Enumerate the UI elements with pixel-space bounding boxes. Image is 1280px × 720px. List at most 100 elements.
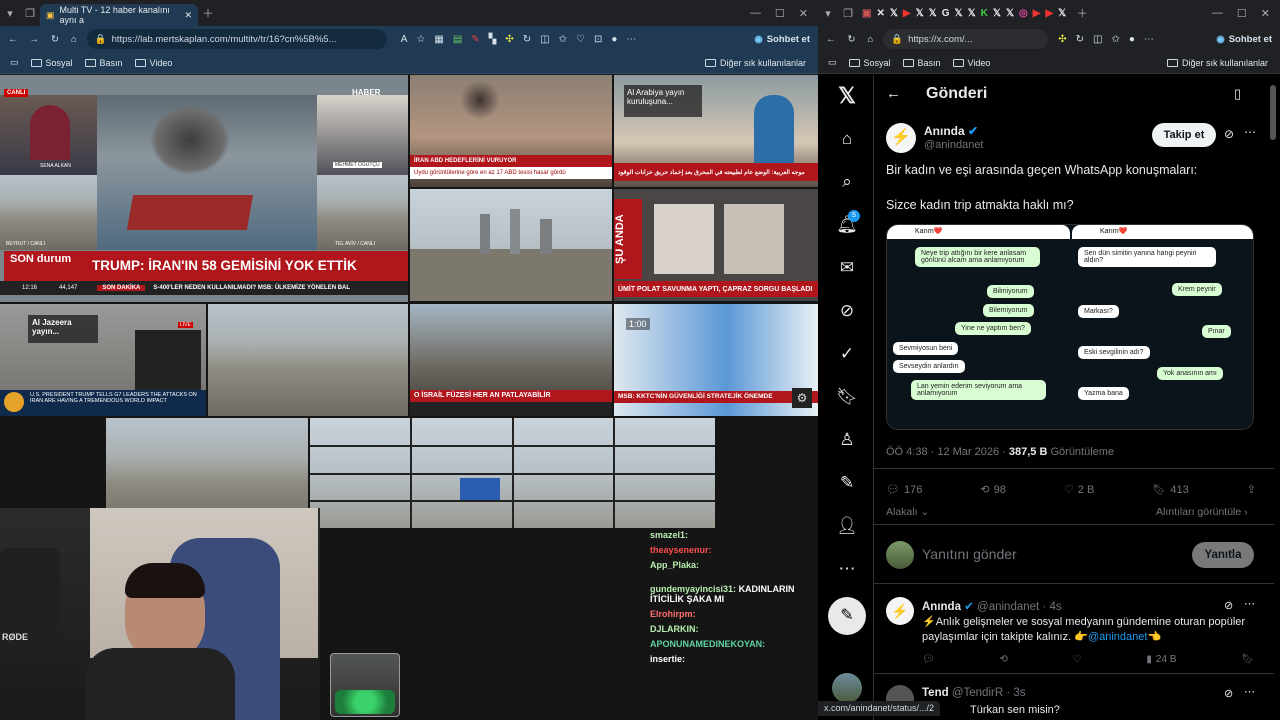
tab-actions-icon[interactable]: ▾ [0,3,20,23]
video-tile-iran[interactable]: İRAN ABD HEDEFLERİNİ VURUYOR Uydu görünt… [410,75,612,187]
bookmark-sosyal[interactable]: Sosyal [848,58,891,68]
bookmark-video[interactable]: Video [134,58,172,68]
bookmarks-toggle-icon[interactable]: ▭ [10,57,19,68]
post-image[interactable]: Karım❤️ Neye trip attığını bir kere anla… [886,224,1254,430]
tab-x-icon[interactable]: 𝕏 [993,8,1001,19]
workspaces-icon[interactable]: ❐ [838,3,858,23]
views-button[interactable]: ▮ 24 B [1146,654,1176,665]
more-icon[interactable]: ⋯ [836,558,858,580]
follow-button[interactable]: Takip et [1152,123,1216,147]
account-avatar[interactable] [832,673,862,703]
tab-youtube-icon[interactable]: ▶ [1045,8,1053,19]
split-screen-icon[interactable]: ◫ [540,34,549,45]
minimize-icon[interactable]: — [1212,7,1223,20]
refresh-ext-icon[interactable]: ↻ [523,34,531,45]
more-options-icon[interactable]: ⋯ [1244,685,1255,698]
reply-button[interactable]: 💬︎ 176 [886,483,922,497]
more-options-icon[interactable]: ⋯ [1244,125,1256,139]
bookmark-basin[interactable]: Basın [902,58,941,68]
author-avatar[interactable]: ⚡ [886,597,914,625]
bookmark-icon[interactable]: 🔖︎ [1241,654,1254,665]
more-options-icon[interactable]: ⋯ [1244,597,1255,610]
author-name[interactable]: Anında ✔ [924,124,978,138]
bookmark-icon[interactable]: 🔖︎ [836,386,858,408]
favorites-icon[interactable]: ✩ [559,34,567,45]
video-tile-haber[interactable]: CANLI SENA ALKAN BEYRUT / CANLI HABER ME… [0,75,408,302]
copilot-button[interactable]: ◉ Sohbet et [754,34,810,45]
copilot-button[interactable]: ◉ Sohbet et [1216,34,1272,45]
bookmark-button[interactable]: 🔖︎ 413 [1152,483,1188,497]
close-window-icon[interactable]: ✕ [1261,7,1270,20]
tab-x-icon[interactable]: 𝕏 [916,8,924,19]
tab-x-icon[interactable]: 𝕏 [1058,8,1066,19]
tab-x-icon[interactable]: 𝕏 [890,8,898,19]
close-tab-icon[interactable]: ✕ [184,10,192,21]
forward-icon[interactable]: → [30,34,40,45]
workspaces-icon[interactable]: ❐ [20,3,40,23]
share-icon[interactable]: ⇪ [1247,483,1256,496]
grok-icon[interactable]: ⊘ [836,300,858,322]
other-bookmarks[interactable]: Diğer sık kullanılanlar [704,58,806,68]
grok-explain-icon[interactable]: ⊘ [1224,127,1234,141]
compose-post-button[interactable]: ✎ [828,597,866,635]
tab-youtube-icon[interactable]: ▶ [1033,8,1041,19]
communities-icon[interactable]: ♙ [836,429,858,451]
camera-grid[interactable] [310,418,715,528]
new-tab-icon[interactable]: ＋ [1072,3,1092,23]
video-tile-al-arabiya[interactable]: Al Arabiya yayın kuruluşuna... موجه العر… [614,75,818,187]
video-tile-israil[interactable]: O İSRAİL FÜZESİ HER AN PATLAYABİLİR [410,304,612,416]
bookmark-sosyal[interactable]: Sosyal [30,58,73,68]
tab-x-icon[interactable]: 𝕏 [955,8,963,19]
reply-icon[interactable]: 💬︎ [922,654,935,665]
back-arrow-icon[interactable]: ← [886,85,901,102]
profile-avatar[interactable]: ● [1129,34,1135,45]
relevance-dropdown[interactable]: Alakalı ⌄ [886,506,929,518]
reload-icon[interactable]: ↻ [848,34,856,45]
tab-x-icon[interactable]: 𝕏 [929,8,937,19]
tab-x-icon[interactable]: ✕ [876,8,884,19]
back-icon[interactable]: ← [8,34,18,45]
reply-submit-button[interactable]: Yanıtla [1192,542,1254,568]
reader-mode-icon[interactable]: ▯ [1234,86,1241,102]
back-icon[interactable]: ← [826,34,836,45]
tab-x-icon[interactable]: 𝕏 [968,8,976,19]
tab-multi-tv[interactable]: ▣ Multi TV - 12 haber kanalını aynı a ✕ [40,4,198,26]
settings-gear-icon[interactable]: ⚙ [792,388,812,408]
scrollbar-thumb[interactable] [1270,85,1276,140]
video-tile-su-anda[interactable]: ŞU ANDA ÜMİT POLAT SAVUNMA YAPTI, ÇAPRAZ… [614,189,818,301]
tab-icon[interactable]: K [981,8,988,19]
refresh-ext-icon[interactable]: ↻ [1076,34,1084,45]
grok-explain-icon[interactable]: ⊘ [1224,687,1233,700]
more-menu-icon[interactable]: ⋯ [626,34,636,45]
close-window-icon[interactable]: ✕ [799,7,808,20]
bookmarks-toggle-icon[interactable]: ▭ [828,57,837,68]
grok-explain-icon[interactable]: ⊘ [1224,599,1233,612]
extension-icon[interactable]: ▚ [489,34,497,45]
split-screen-icon[interactable]: ◫ [1093,34,1102,45]
video-tile-al-jazeera[interactable]: Al Jazeera yayın... LIVE U.S. PRESIDENT … [0,304,206,416]
profile-icon[interactable]: 👤︎ [836,515,858,537]
extension-icon[interactable]: ✣ [1058,34,1066,45]
repost-button[interactable]: ⟲ 98 [980,483,1005,497]
post-timestamp[interactable]: ÖÖ 4:38 · 12 Mar 2026 · 387,5 B Görüntül… [886,446,1114,458]
x-logo-icon[interactable]: 𝕏 [836,85,858,107]
heart-icon[interactable]: ♡ [1073,654,1082,665]
extension-icon[interactable]: ✎ [471,34,479,45]
profile-avatar[interactable]: ● [611,34,617,45]
view-quotes-link[interactable]: Alıntıları görüntüle › [1156,506,1248,518]
repost-icon[interactable]: ⟲ [999,654,1007,665]
premium-icon[interactable]: ✎ [836,472,858,494]
tab-youtube-icon[interactable]: ▶ [903,8,911,19]
minimize-icon[interactable]: — [750,7,761,20]
author-handle[interactable]: @anindanet [924,139,984,151]
author-avatar[interactable]: ⚡ [886,123,916,153]
like-button[interactable]: ♡ 2 B [1064,483,1094,497]
collections-icon[interactable]: ♡ [576,34,585,45]
notifications-bell-icon[interactable]: 🔔︎ 5 [836,210,860,236]
tab-icon[interactable]: ▣ [862,8,871,19]
verified-icon[interactable]: ✓ [836,343,858,365]
tab-google-icon[interactable]: G [942,8,950,19]
maximize-icon[interactable]: ☐ [1237,7,1247,20]
search-icon[interactable]: ⌕ [836,171,858,193]
address-bar[interactable]: 🔒 https://lab.mertskaplan.com/multitv/tr… [86,29,387,49]
